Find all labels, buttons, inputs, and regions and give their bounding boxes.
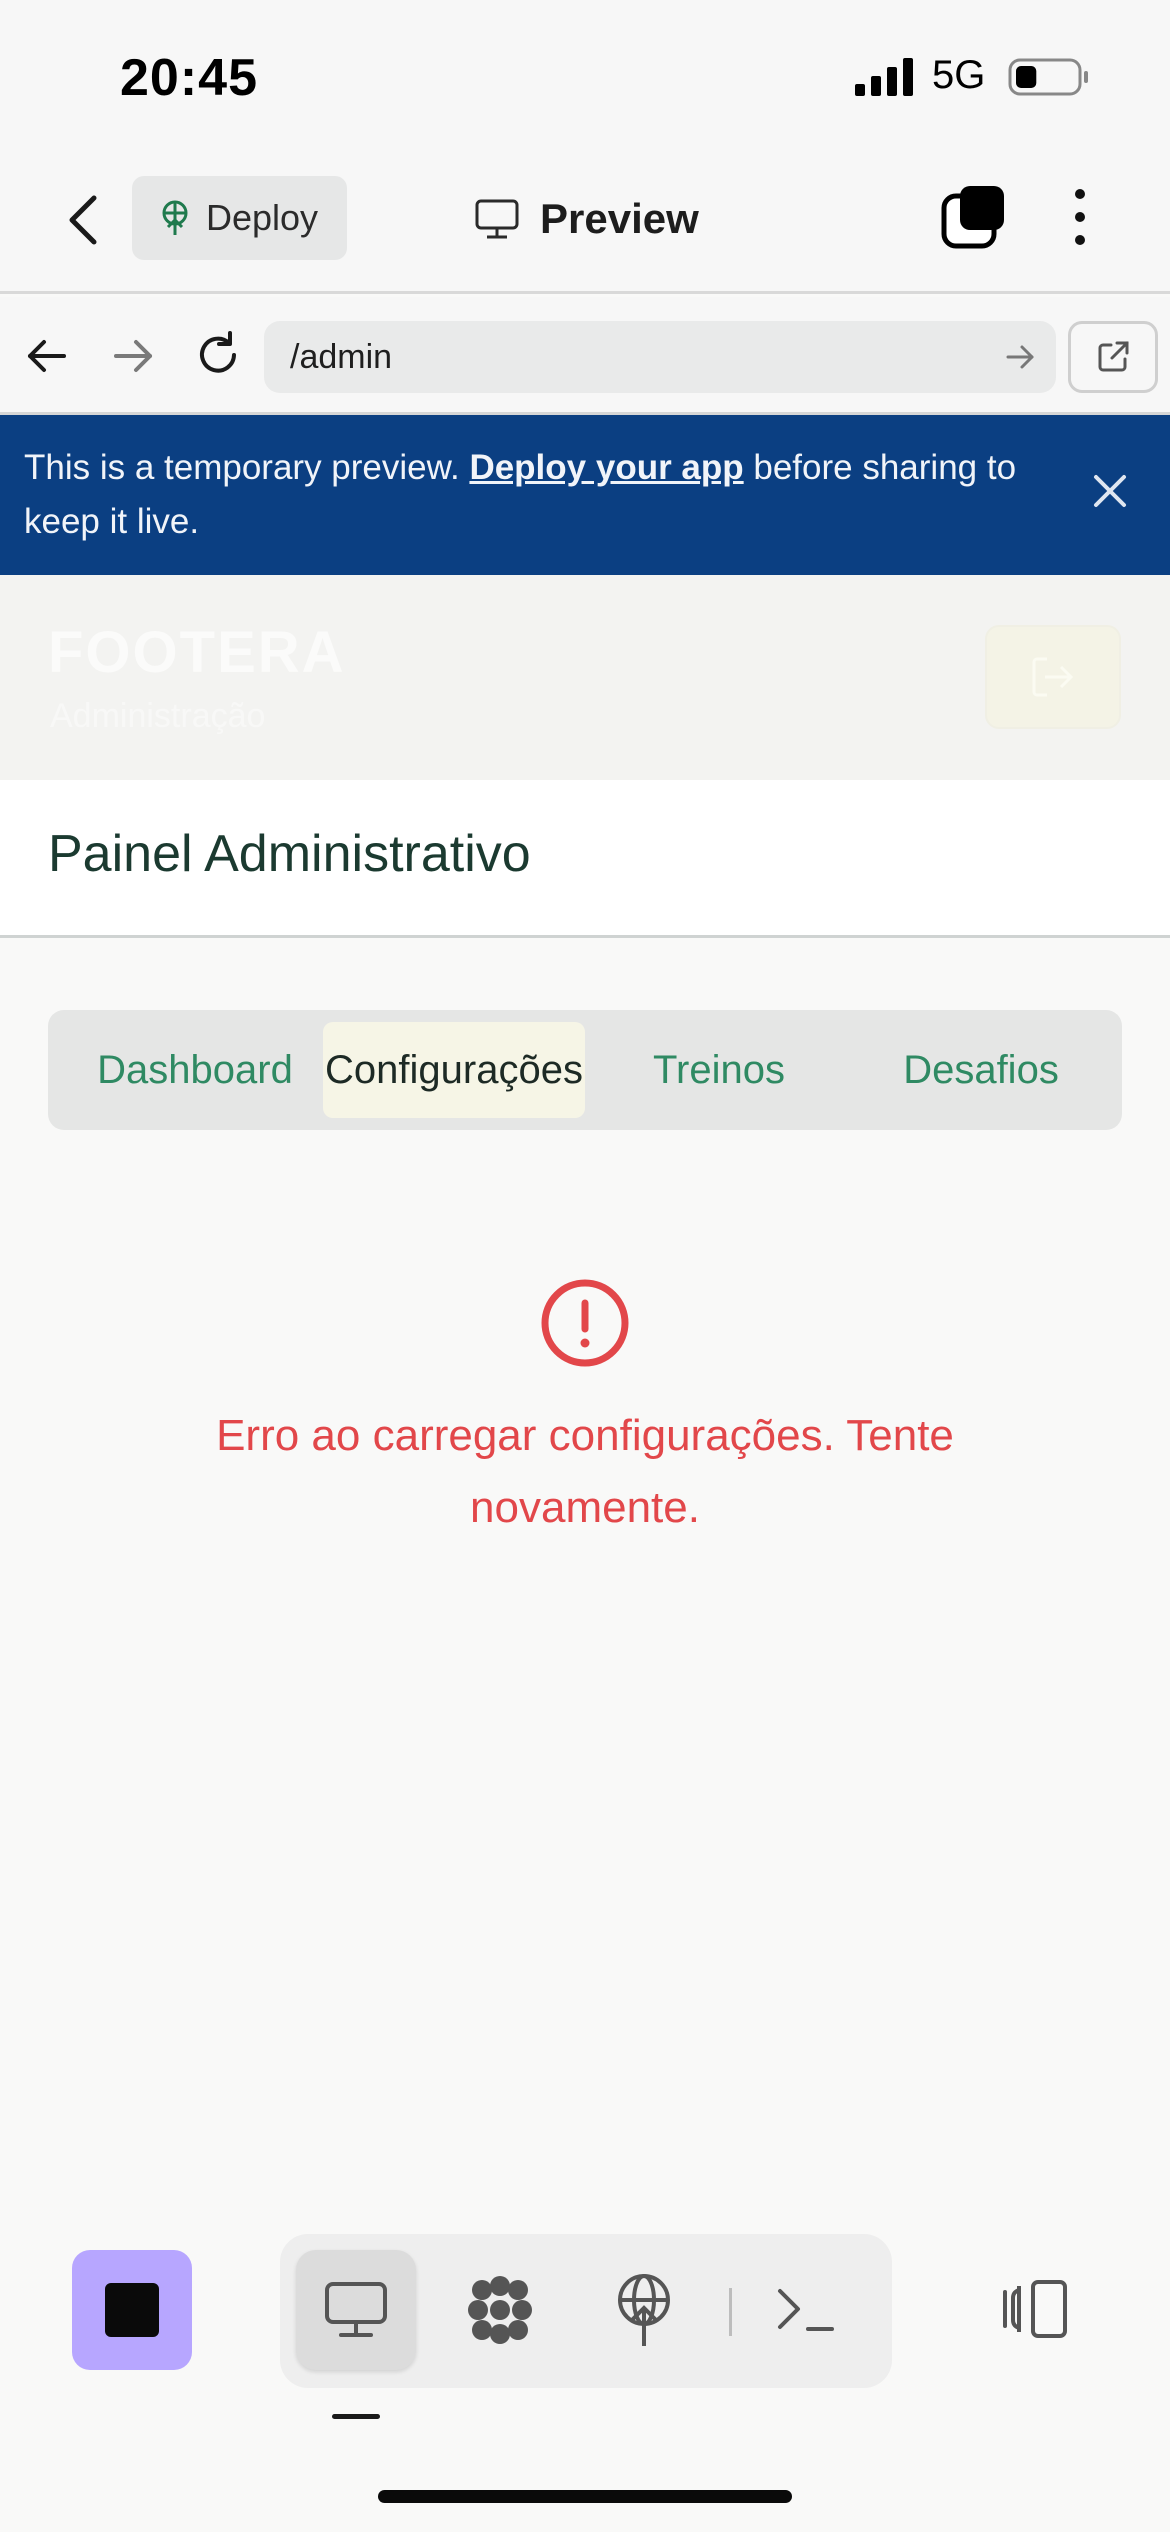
- terminal-tool-button[interactable]: [746, 2250, 866, 2370]
- back-chevron-icon[interactable]: [58, 190, 108, 250]
- admin-tabs: Dashboard Configurações Treinos Desafios: [48, 1010, 1122, 1130]
- open-external-button[interactable]: [1068, 321, 1158, 393]
- deploy-button[interactable]: Deploy: [132, 176, 347, 260]
- preview-title: Preview: [474, 184, 699, 254]
- stop-button[interactable]: [72, 2250, 192, 2370]
- preview-tool-button[interactable]: [296, 2250, 416, 2370]
- preview-label: Preview: [540, 195, 699, 242]
- temporary-preview-banner: This is a temporary preview. Deploy your…: [0, 415, 1170, 575]
- go-arrow-icon[interactable]: [1004, 341, 1036, 373]
- bottom-toolbar: [280, 2234, 892, 2388]
- deploy-tool-button[interactable]: [584, 2250, 704, 2370]
- close-icon[interactable]: [1088, 469, 1132, 513]
- error-message: Erro ao carregar configurações. Tente no…: [216, 1411, 954, 1532]
- arrow-left-icon[interactable]: [24, 333, 70, 379]
- status-bar: 20:45 5G: [0, 0, 1170, 150]
- toolbar-divider: [729, 2288, 732, 2336]
- preview-icon: [325, 2282, 387, 2337]
- app-subtitle: Administração: [50, 697, 266, 735]
- deploy-globe-icon: [618, 2274, 670, 2346]
- page-title: Painel Administrativo: [48, 825, 531, 883]
- deploy-app-link[interactable]: Deploy your app: [469, 448, 743, 487]
- workspace-tool-button[interactable]: [440, 2250, 560, 2370]
- terminal-icon: [778, 2289, 834, 2331]
- banner-text-before: This is a temporary preview.: [24, 448, 470, 487]
- battery-icon: [1008, 58, 1088, 96]
- browser-bar: /admin: [0, 297, 1170, 415]
- signal-icon: [855, 58, 913, 96]
- more-vertical-icon[interactable]: [1060, 184, 1100, 250]
- app-header: Deploy Preview: [0, 150, 1170, 294]
- network-label: 5G: [932, 53, 986, 97]
- external-link-icon: [1098, 341, 1129, 372]
- panel-icon: [1003, 2280, 1067, 2338]
- deploy-icon: [162, 200, 188, 235]
- arrow-right-icon[interactable]: [110, 333, 156, 379]
- status-time: 20:45: [120, 49, 258, 107]
- deploy-label: Deploy: [206, 197, 319, 238]
- tab-desafios[interactable]: Desafios: [850, 1022, 1112, 1118]
- home-indicator: [378, 2490, 792, 2503]
- tab-dashboard[interactable]: Dashboard: [70, 1022, 320, 1118]
- panel-header: Painel Administrativo: [0, 780, 1170, 938]
- panel-toggle-button[interactable]: [990, 2264, 1080, 2354]
- url-input[interactable]: /admin: [264, 321, 1056, 393]
- logout-button[interactable]: [985, 625, 1121, 729]
- monitor-icon: [475, 199, 519, 239]
- banner-text: This is a temporary preview. Deploy your…: [24, 441, 1064, 549]
- workspace-icon: [468, 2276, 532, 2344]
- url-text: /admin: [290, 337, 393, 376]
- error-alert-icon: [541, 1279, 629, 1367]
- tab-configuracoes[interactable]: Configurações: [323, 1022, 585, 1118]
- stop-icon: [105, 2283, 159, 2337]
- app-logo: FOOTERA: [48, 620, 346, 685]
- active-tool-indicator: [332, 2414, 380, 2419]
- logout-icon: [1032, 657, 1074, 697]
- app-hero: FOOTERA Administração: [0, 575, 1170, 780]
- tabs-icon[interactable]: [940, 184, 1006, 250]
- reload-icon[interactable]: [192, 329, 244, 381]
- tab-treinos[interactable]: Treinos: [588, 1022, 850, 1118]
